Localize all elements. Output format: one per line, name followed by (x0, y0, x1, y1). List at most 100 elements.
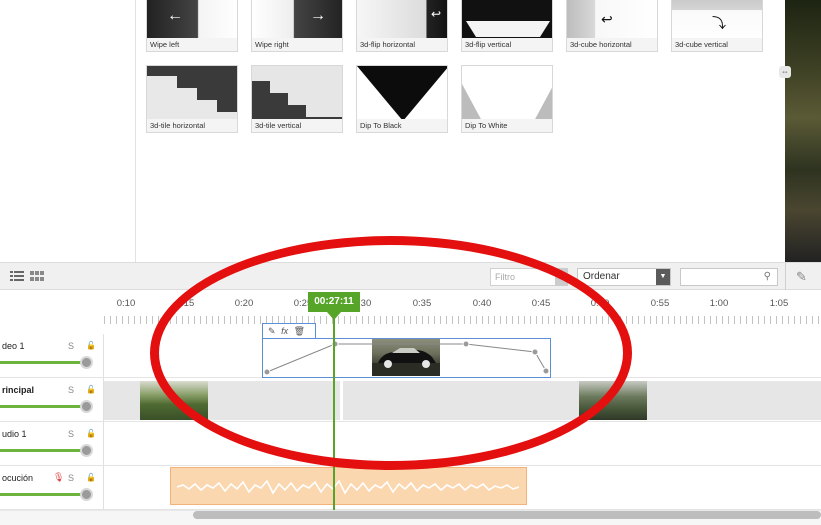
track-name: udio 1 (2, 429, 27, 439)
transition-label: 3d-flip horizontal (357, 38, 447, 51)
clip-thumbnail (140, 381, 208, 420)
ruler-label: 0:40 (472, 298, 492, 309)
transition-preview: ← (147, 0, 237, 40)
sort-label: Ordenar (583, 271, 620, 282)
transition-preview: → (252, 0, 342, 40)
solo-button[interactable]: S (68, 385, 74, 395)
volume-knob[interactable] (80, 488, 93, 501)
volume-slider[interactable] (0, 449, 88, 452)
track-audio-1: udio 1 S 🔓 (0, 422, 821, 466)
flip-vertical-shape (466, 21, 550, 37)
solo-button[interactable]: S (68, 341, 74, 351)
transition-preview (252, 66, 342, 121)
solo-button[interactable]: S (68, 429, 74, 439)
transition-3d-cube-vertical[interactable]: ⤵ 3d-cube vertical (671, 0, 763, 52)
volume-slider[interactable] (0, 493, 88, 496)
sort-select[interactable]: Ordenar ▼ (577, 268, 671, 286)
transition-label: 3d-tile vertical (252, 119, 342, 132)
track-header: deo 1 S 🔓 (0, 334, 104, 377)
volume-slider[interactable] (0, 405, 88, 408)
volume-slider[interactable] (0, 361, 88, 364)
tile-steps-shape (252, 66, 342, 121)
tile-steps-shape (147, 76, 237, 121)
transition-label: 3d-cube vertical (672, 38, 762, 51)
toolbar-divider (785, 263, 786, 291)
lock-icon[interactable]: 🔓 (86, 385, 96, 394)
arrow-left-icon: ← (167, 7, 183, 24)
transition-dip-to-white[interactable]: Dip To White (461, 65, 553, 133)
audio-clip[interactable] (170, 467, 527, 505)
arrow-right-icon: → (310, 7, 326, 24)
transition-preview (462, 0, 552, 40)
track-header: ocución 🎙 S 🔓 (0, 466, 104, 509)
ruler-label: 0:45 (531, 298, 551, 309)
solo-button[interactable]: S (68, 473, 74, 483)
track-header: udio 1 S 🔓 (0, 422, 104, 465)
dip-white-shape (462, 84, 552, 121)
chevron-down-icon: ▼ (656, 269, 670, 285)
transition-wipe-right[interactable]: → Wipe right (251, 0, 343, 52)
search-input[interactable]: ⚲ (680, 268, 778, 286)
pencil-icon[interactable]: ✎ (796, 269, 807, 285)
transition-3d-flip-vertical[interactable]: 3d-flip vertical (461, 0, 553, 52)
transition-3d-flip-horizontal[interactable]: ↩ 3d-flip horizontal (356, 0, 448, 52)
ruler-label: 0:50 (590, 298, 610, 309)
transition-3d-cube-horizontal[interactable]: ↩ 3d-cube horizontal (566, 0, 658, 52)
ruler-label: 0:10 (116, 298, 136, 309)
transition-preview: ⤵ (672, 0, 762, 40)
editor-window: ← Wipe left → Wipe right ↩ 3d-flip horiz… (0, 0, 821, 525)
ruler-label: 0:55 (650, 298, 670, 309)
timeline-ruler[interactable]: 0:10 0:15 0:20 0:25 0:30 0:35 0:40 0:45 … (0, 290, 821, 326)
playhead-line[interactable] (333, 318, 335, 510)
filter-button[interactable] (555, 268, 568, 286)
timeline-toolbar: Filtro Ordenar ▼ ⚲ ✎ (0, 262, 821, 291)
volume-knob[interactable] (80, 356, 93, 369)
scrollbar-thumb[interactable] (193, 511, 821, 519)
keyframe-curve[interactable] (262, 338, 552, 379)
microphone-icon[interactable]: 🎙 (53, 472, 64, 483)
ruler-label: 1:05 (769, 298, 789, 309)
transition-label: 3d-cube horizontal (567, 38, 657, 51)
playhead-time[interactable]: 00:27:11 (308, 292, 360, 312)
transition-preview (357, 66, 447, 121)
curved-arrow-down-icon: ⤵ (712, 15, 726, 31)
main-video-clip[interactable] (104, 381, 821, 420)
transition-preview (147, 66, 237, 121)
resize-handle-icon[interactable]: ⇔ (779, 66, 791, 78)
ruler-label: 0:15 (175, 298, 195, 309)
transition-3d-tile-vertical[interactable]: 3d-tile vertical (251, 65, 343, 133)
transition-label: Dip To Black (357, 119, 447, 132)
edit-icon[interactable]: ✎ (268, 326, 276, 336)
volume-knob[interactable] (80, 444, 93, 457)
playhead-pointer[interactable] (327, 312, 341, 320)
clip-tools-tab: ✎ fx 🗑 (262, 323, 316, 339)
video-preview (785, 0, 821, 262)
transition-preview: ↩ (567, 0, 657, 40)
curved-arrow-icon: ↩ (601, 11, 613, 27)
clip-thumbnail (579, 381, 647, 420)
lock-icon[interactable]: 🔓 (86, 341, 96, 350)
flip-arrow-icon: ↩ (431, 7, 442, 21)
grid-view-icon[interactable] (30, 271, 44, 281)
ruler-label: 0:20 (234, 298, 254, 309)
transitions-panel: ← Wipe left → Wipe right ↩ 3d-flip horiz… (0, 0, 785, 262)
transition-label: 3d-flip vertical (462, 38, 552, 51)
transition-label: Dip To White (462, 119, 552, 132)
waveform (176, 479, 520, 495)
lock-icon[interactable]: 🔓 (86, 473, 96, 482)
search-icon: ⚲ (763, 271, 771, 282)
trash-icon[interactable]: 🗑 (294, 326, 305, 336)
volume-knob[interactable] (80, 400, 93, 413)
fx-icon[interactable]: fx (281, 326, 288, 336)
lock-icon[interactable]: 🔓 (86, 429, 96, 438)
transition-wipe-left[interactable]: ← Wipe left (146, 0, 238, 52)
track-name: deo 1 (2, 341, 25, 351)
transition-3d-tile-horizontal[interactable]: 3d-tile horizontal (146, 65, 238, 133)
transition-label: Wipe right (252, 38, 342, 51)
track-header: rincipal S 🔓 (0, 378, 104, 421)
list-view-icon[interactable] (10, 271, 24, 281)
ruler-label: 0:35 (412, 298, 432, 309)
transition-dip-to-black[interactable]: Dip To Black (356, 65, 448, 133)
panel-divider (135, 0, 136, 262)
track-name: ocución (2, 473, 34, 483)
